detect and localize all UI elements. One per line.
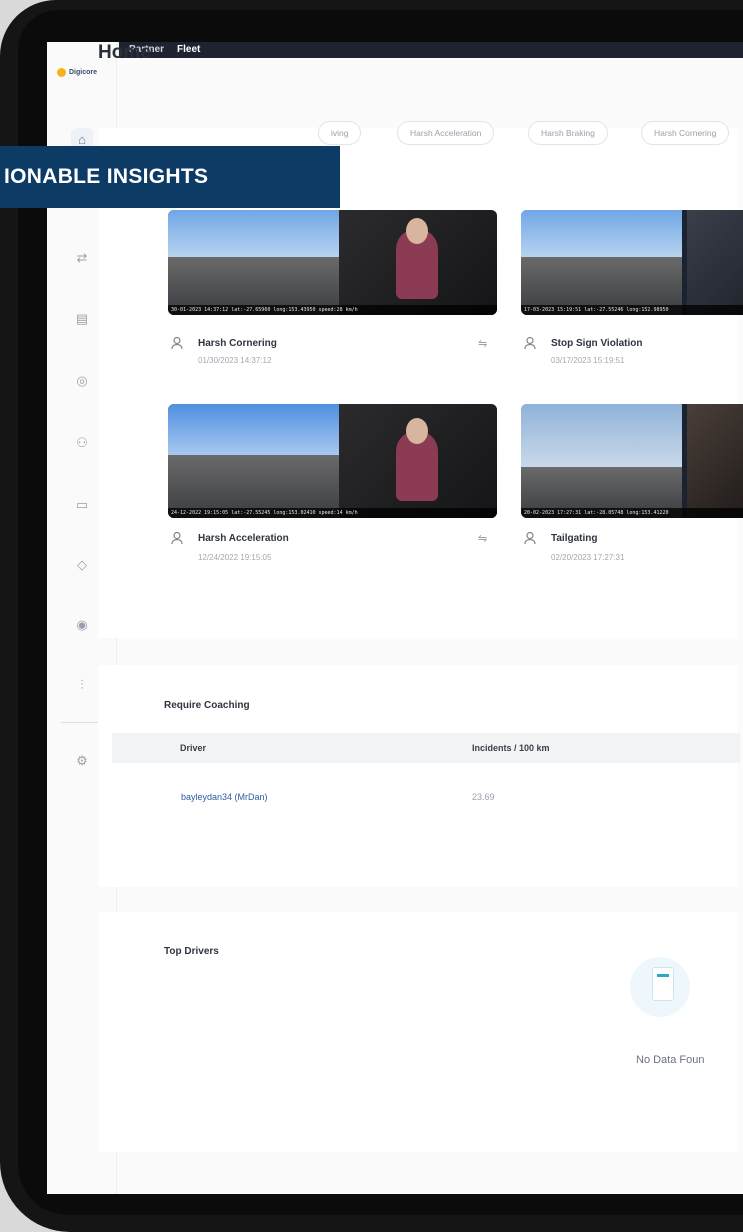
filter-chip-driving[interactable]: iving: [318, 121, 362, 145]
driver-icon: [171, 336, 183, 350]
filter-chip-harsh-cornering[interactable]: Harsh Cornering: [641, 121, 730, 145]
filter-chip-harsh-braking[interactable]: Harsh Braking: [528, 121, 608, 145]
tab-fleet[interactable]: Fleet: [177, 44, 200, 55]
event-date: 12/24/2022 19:15:05: [198, 553, 272, 562]
page-title: Home: [98, 42, 151, 63]
top-tabs: Partner Fleet: [119, 42, 743, 58]
require-coaching-title: Require Coaching: [164, 700, 250, 711]
column-incidents[interactable]: Incidents / 100 km: [472, 743, 550, 753]
coaching-panel: [98, 665, 738, 887]
vehicle-icon[interactable]: ◇: [71, 554, 93, 576]
column-driver[interactable]: Driver: [180, 743, 206, 753]
drivers-icon[interactable]: ⚇: [71, 432, 93, 454]
routes-icon[interactable]: ⇄: [71, 247, 93, 269]
coaching-table-header: Driver Incidents / 100 km: [112, 733, 740, 763]
eye-icon[interactable]: ◉: [71, 614, 93, 636]
sliders-icon[interactable]: ⫶: [71, 674, 93, 696]
event-title[interactable]: Tailgating: [551, 533, 597, 544]
event-date: 02/20/2023 17:27:31: [551, 553, 625, 562]
settings-icon[interactable]: ⚙: [71, 750, 93, 772]
reports-icon[interactable]: ▤: [71, 308, 93, 330]
empty-state-text: No Data Foun: [636, 1054, 705, 1066]
document-icon: [652, 967, 674, 1001]
video-overlay-text: 30-01-2023 14:37:12 lat:-27.65960 long:1…: [168, 305, 497, 315]
driver-icon: [524, 531, 536, 545]
event-video-thumbnail[interactable]: 20-02-2023 17:27:31 lat:-28.05748 long:1…: [521, 404, 743, 518]
video-overlay-text: 24-12-2022 19:15:05 lat:-27.55245 long:1…: [168, 508, 497, 518]
overlay-banner: IONABLE INSIGHTS: [0, 146, 340, 208]
brand-logo[interactable]: Digicore: [57, 65, 109, 79]
event-title[interactable]: Stop Sign Violation: [551, 338, 642, 349]
event-video-thumbnail[interactable]: 17-03-2023 15:19:51 lat:-27.55246 long:1…: [521, 210, 743, 315]
logo-mark-icon: [57, 67, 66, 77]
transfer-icon[interactable]: ⇋: [478, 337, 487, 350]
coaching-incidents-value: 23.69: [472, 792, 495, 802]
logo-text: Digicore: [69, 68, 98, 76]
driver-icon: [524, 336, 536, 350]
top-drivers-title: Top Drivers: [164, 946, 219, 957]
sidebar-divider: [61, 722, 103, 723]
event-video-thumbnail[interactable]: 30-01-2023 14:37:12 lat:-27.65960 long:1…: [168, 210, 497, 315]
video-overlay-text: 17-03-2023 15:19:51 lat:-27.55246 long:1…: [521, 305, 743, 315]
camera-icon[interactable]: ◎: [71, 370, 93, 392]
event-video-thumbnail[interactable]: 24-12-2022 19:15:05 lat:-27.55245 long:1…: [168, 404, 497, 518]
event-title[interactable]: Harsh Acceleration: [198, 533, 289, 544]
event-date: 01/30/2023 14:37:12: [198, 356, 272, 365]
coaching-driver-link[interactable]: bayleydan34 (MrDan): [181, 792, 268, 802]
video-overlay-text: 20-02-2023 17:27:31 lat:-28.05748 long:1…: [521, 508, 743, 518]
filter-chip-harsh-acceleration[interactable]: Harsh Acceleration: [397, 121, 495, 145]
event-date: 03/17/2023 15:19:51: [551, 356, 625, 365]
transfer-icon[interactable]: ⇋: [478, 532, 487, 545]
driver-icon: [171, 531, 183, 545]
devices-icon[interactable]: ▭: [71, 494, 93, 516]
event-title[interactable]: Harsh Cornering: [198, 338, 277, 349]
